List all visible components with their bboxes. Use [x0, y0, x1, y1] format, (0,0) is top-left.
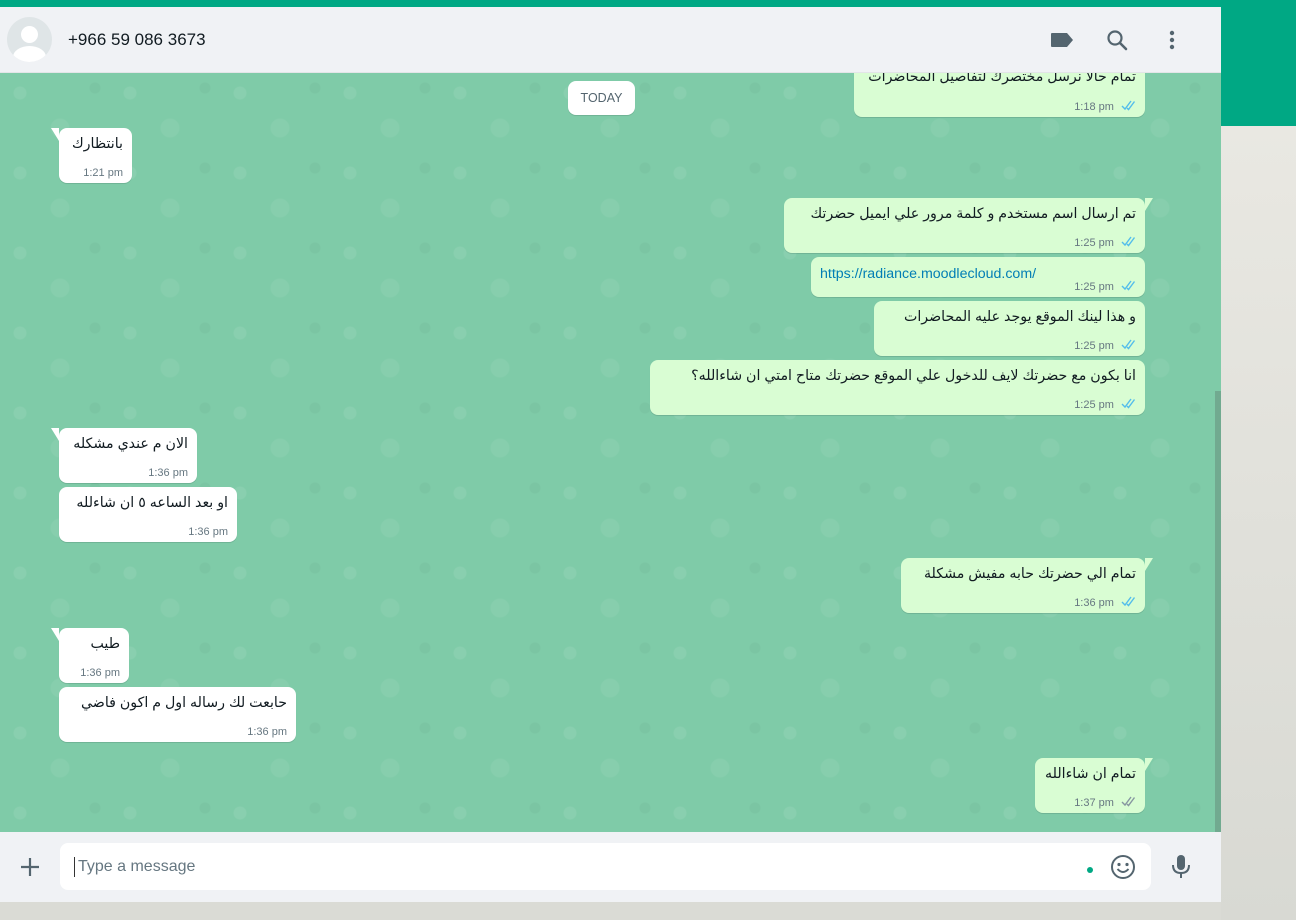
message-text: حابعت لك رساله اول م اكون فاضي: [80, 695, 287, 711]
message-meta: 1:36 pm: [59, 726, 287, 738]
message-input-placeholder: Type a message: [78, 857, 196, 875]
avatar-head-shape: [21, 26, 38, 43]
message-meta: 1:36 pm: [59, 467, 188, 479]
message-bubble-outgoing[interactable]: و هذا لينك الموقع يوجد عليه المحاضرات 1:…: [874, 301, 1145, 356]
message-meta: 1:25 pm: [811, 280, 1137, 293]
chat-header: +966 59 086 3673: [0, 7, 1221, 73]
composer-bar: Type a message: [0, 832, 1221, 902]
voice-record-button[interactable]: [1168, 853, 1194, 886]
message-text: الان م عندي مشكله: [73, 436, 188, 452]
message-meta: 1:21 pm: [59, 167, 123, 179]
message-bubble-incoming[interactable]: طيب 1:36 pm: [51, 628, 129, 683]
message-bubble-incoming[interactable]: بانتظارك 1:21 pm: [51, 128, 132, 183]
message-bubble-incoming[interactable]: حابعت لك رساله اول م اكون فاضي 1:36 pm: [59, 687, 296, 742]
message-meta: 1:37 pm: [1035, 796, 1137, 809]
message-text: بانتظارك: [71, 136, 123, 152]
message-meta: 1:36 pm: [901, 596, 1137, 609]
bubble-tail: [51, 628, 59, 641]
message-bubble-outgoing[interactable]: تمام الي حضرتك حابه مفيش مشكلة 1:36 pm: [901, 558, 1153, 613]
plus-icon: [21, 858, 39, 876]
text-caret: [74, 856, 75, 877]
message-time: 1:36 pm: [80, 667, 120, 679]
search-button[interactable]: [1089, 20, 1144, 60]
message-meta: 1:18 pm: [854, 100, 1137, 113]
message-text: تمام الي حضرتك حابه مفيش مشكلة: [923, 566, 1136, 582]
message-time: 1:36 pm: [247, 726, 287, 738]
message-text: طيب: [90, 636, 120, 652]
message-time: 1:37 pm: [1074, 797, 1114, 809]
delivered-ticks-icon: [1121, 796, 1136, 807]
menu-icon: [1169, 30, 1174, 49]
message-bubble-outgoing[interactable]: تمام ان شاءالله 1:37 pm: [1035, 758, 1153, 813]
side-background: [1221, 126, 1296, 920]
message-meta: 1:25 pm: [784, 236, 1137, 249]
read-ticks-icon: [1121, 339, 1136, 350]
attach-button[interactable]: [0, 837, 60, 897]
message-text: او بعد الساعه ٥ ان شاءلله: [76, 495, 228, 511]
message-text: و هذا لينك الموقع يوجد عليه المحاضرات: [903, 309, 1136, 325]
message-bubble-outgoing[interactable]: تم ارسال اسم مستخدم و كلمة مرور علي ايمي…: [784, 198, 1153, 253]
message-time: 1:25 pm: [1074, 399, 1114, 411]
message-time: 1:25 pm: [1074, 237, 1114, 249]
bubble-tail: [1145, 198, 1153, 211]
message-text: انا بكون مع حضرتك لايف للدخول علي الموقع…: [691, 368, 1136, 384]
message-time: 1:36 pm: [1074, 597, 1114, 609]
mic-icon: [1172, 855, 1190, 878]
read-ticks-icon: [1121, 236, 1136, 247]
message-time: 1:21 pm: [83, 167, 123, 179]
read-ticks-icon: [1121, 280, 1136, 291]
message-bubble-outgoing[interactable]: تمام حالا نرسل مختصرك لتفاصيل المحاضرات …: [854, 73, 1145, 117]
message-time: 1:25 pm: [1074, 281, 1114, 293]
label-icon: [1050, 32, 1073, 47]
message-meta: 1:36 pm: [59, 667, 120, 679]
message-time: 1:18 pm: [1074, 101, 1114, 113]
label-button[interactable]: [1034, 20, 1089, 60]
conversation-panel[interactable]: تمام حالا نرسل مختصرك لتفاصيل المحاضرات …: [0, 73, 1221, 832]
message-text: تمام ان شاءالله: [1045, 766, 1136, 782]
message-bubble-outgoing[interactable]: https://radiance.moodlecloud.com/ 1:25 p…: [811, 257, 1145, 297]
search-icon: [1106, 29, 1127, 50]
bubble-tail: [51, 128, 59, 141]
header-actions: [1034, 20, 1199, 60]
read-ticks-icon: [1121, 398, 1136, 409]
emoji-button[interactable]: [1110, 854, 1136, 885]
bubble-tail: [1145, 758, 1153, 771]
avatar-body-shape: [13, 46, 46, 62]
emoji-icon: [1111, 855, 1135, 879]
menu-button[interactable]: [1144, 20, 1199, 60]
avatar[interactable]: [7, 17, 52, 62]
message-bubble-outgoing[interactable]: انا بكون مع حضرتك لايف للدخول علي الموقع…: [650, 360, 1145, 415]
chat-scrollbar[interactable]: [1215, 391, 1221, 832]
message-time: 1:36 pm: [188, 526, 228, 538]
status-dot: [1087, 867, 1093, 873]
message-meta: 1:25 pm: [650, 398, 1137, 411]
message-text: تمام حالا نرسل مختصرك لتفاصيل المحاضرات: [868, 73, 1136, 85]
message-bubble-incoming[interactable]: او بعد الساعه ٥ ان شاءلله 1:36 pm: [59, 487, 237, 542]
message-text: تم ارسال اسم مستخدم و كلمة مرور علي ايمي…: [810, 206, 1136, 222]
bubble-tail: [51, 428, 59, 441]
date-divider: TODAY: [568, 81, 635, 115]
read-ticks-icon: [1121, 596, 1136, 607]
contact-name[interactable]: +966 59 086 3673: [68, 30, 206, 50]
message-meta: 1:36 pm: [59, 526, 228, 538]
message-time: 1:36 pm: [148, 467, 188, 479]
message-bubble-incoming[interactable]: الان م عندي مشكله 1:36 pm: [51, 428, 197, 483]
chat-window: +966 59 086 3673 تمام حالا نرسل مختصرك ل…: [0, 7, 1221, 902]
bubble-tail: [1145, 558, 1153, 571]
message-time: 1:25 pm: [1074, 340, 1114, 352]
read-ticks-icon: [1121, 100, 1136, 111]
message-meta: 1:25 pm: [874, 339, 1137, 352]
message-input[interactable]: Type a message: [60, 843, 1151, 890]
